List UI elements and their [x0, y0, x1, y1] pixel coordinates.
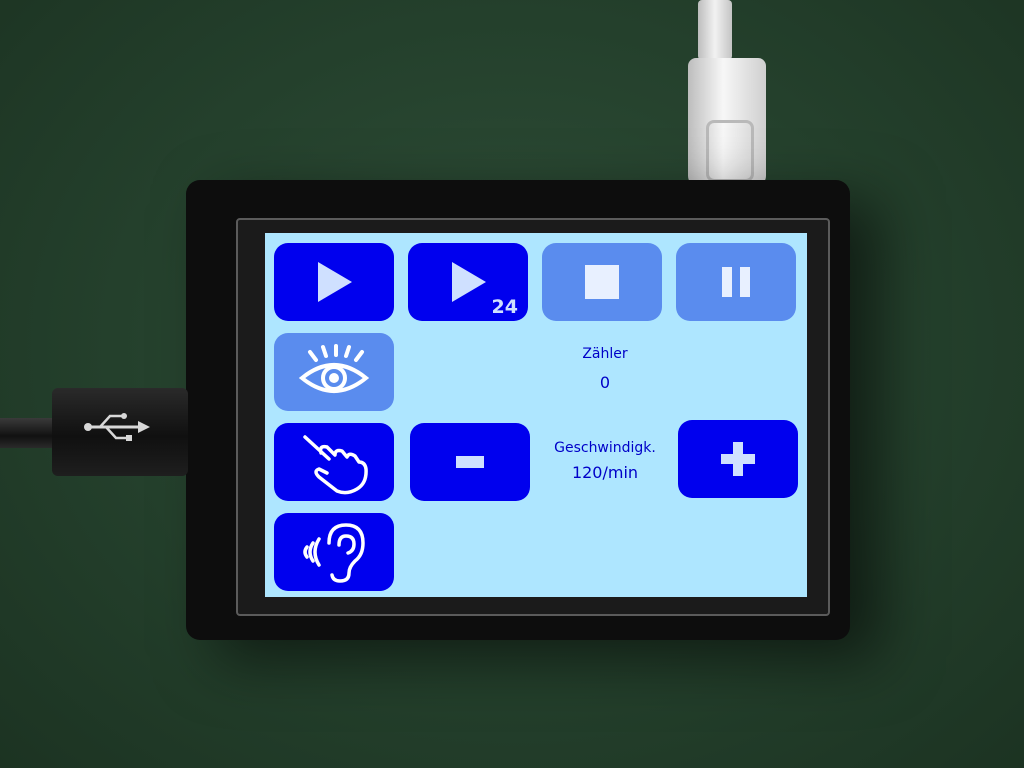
play-icon	[318, 262, 352, 302]
touch-mode-button[interactable]	[274, 423, 394, 501]
counter-label: Zähler	[582, 346, 628, 362]
audio-mode-button[interactable]	[274, 513, 394, 591]
play-icon	[452, 262, 486, 302]
counter-value: 0	[599, 373, 611, 392]
pause-button[interactable]	[676, 243, 796, 321]
play-24-button[interactable]: 24	[408, 243, 528, 321]
speed-label: Geschwindigk.	[554, 440, 656, 456]
touch-screen: 24 Zähler 0 Geschwindigk. 120/min	[265, 233, 807, 597]
speed-value: 120/min	[571, 463, 639, 482]
eye-icon	[298, 344, 370, 393]
minus-icon	[456, 456, 484, 468]
usb-c-plug	[688, 58, 766, 186]
usb-icon	[84, 413, 150, 441]
ear-sound-icon	[303, 523, 365, 583]
increase-speed-button[interactable]	[678, 420, 798, 498]
decrease-speed-button[interactable]	[410, 423, 530, 501]
usb-cable	[0, 418, 56, 448]
pause-icon	[722, 267, 750, 297]
visual-mode-button[interactable]	[274, 333, 394, 411]
stop-icon	[585, 265, 619, 299]
play-24-badge: 24	[491, 296, 518, 318]
usb-c-cable	[698, 0, 732, 60]
play-button[interactable]	[274, 243, 394, 321]
stop-button[interactable]	[542, 243, 662, 321]
pointing-hand-icon	[303, 435, 368, 495]
plus-icon	[721, 442, 755, 476]
